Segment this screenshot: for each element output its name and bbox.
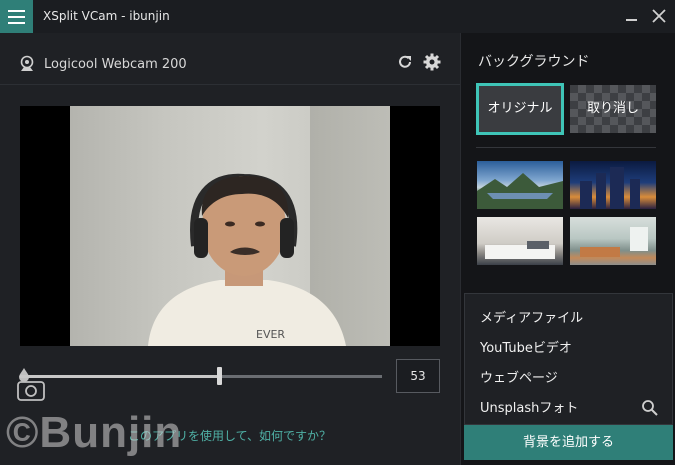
watermark-logo: ©Bunjin [6,408,183,457]
hamburger-icon-line [8,16,25,18]
background-blur-icon [17,368,45,401]
bedroom-thumbnail[interactable] [477,217,563,265]
add-background-menu: メディアファイル YouTubeビデオ ウェブページ Unsplashフォト [464,293,673,425]
video-feed: EVER [70,106,390,346]
mountain-shape [477,173,563,209]
menu-item-unsplash-photo[interactable]: Unsplashフォト [480,397,578,416]
hamburger-icon [8,10,25,12]
webcam-icon [20,55,34,71]
blur-slider-handle[interactable] [217,367,223,385]
original-background-option[interactable]: オリジナル [476,83,564,135]
camera-preview: EVER [20,106,440,346]
main-panel: Logicool Webcam 200 EVER 53 このアプリを使用して、如… [0,33,460,465]
minimize-button[interactable] [626,19,637,21]
menu-item-web-page[interactable]: ウェブページ [480,367,558,386]
title-bar: XSplit VCam - ibunjin [0,0,675,33]
menu-item-media-file[interactable]: メディアファイル [480,307,583,326]
building [610,167,624,209]
mountain-lake-thumbnail[interactable] [477,161,563,209]
menu-item-youtube-video[interactable]: YouTubeビデオ [480,337,572,356]
add-background-button[interactable]: 背景を追加する [464,425,673,460]
window-title: XSplit VCam - ibunjin [43,9,170,23]
person-silhouette: EVER [148,173,346,346]
city-skyline-thumbnail[interactable] [570,161,656,209]
camera-bar: Logicool Webcam 200 [0,33,460,85]
building [630,179,640,209]
bed-shape [485,241,555,259]
remove-background-option[interactable]: 取り消し [570,85,656,133]
building [580,181,592,209]
blur-value-input[interactable]: 53 [396,359,440,393]
divider [476,147,656,148]
refresh-icon[interactable] [396,53,414,71]
blur-slider-track[interactable] [20,375,382,378]
hamburger-icon-line [8,22,25,24]
background-title: バックグラウンド [478,54,590,70]
background-panel: バックグラウンド オリジナル 取り消し メディアファイル YouTubeビデオ … [460,33,675,465]
blur-slider-fill [20,375,220,378]
gear-icon[interactable] [422,52,442,72]
building [596,173,606,209]
search-icon[interactable] [641,399,659,417]
camera-name[interactable]: Logicool Webcam 200 [44,57,187,72]
living-room-thumbnail[interactable] [570,217,656,265]
svg-text:EVER: EVER [256,328,285,341]
close-icon[interactable] [649,6,669,26]
hamburger-menu-button[interactable] [0,0,33,33]
sofa-shape [580,227,648,257]
